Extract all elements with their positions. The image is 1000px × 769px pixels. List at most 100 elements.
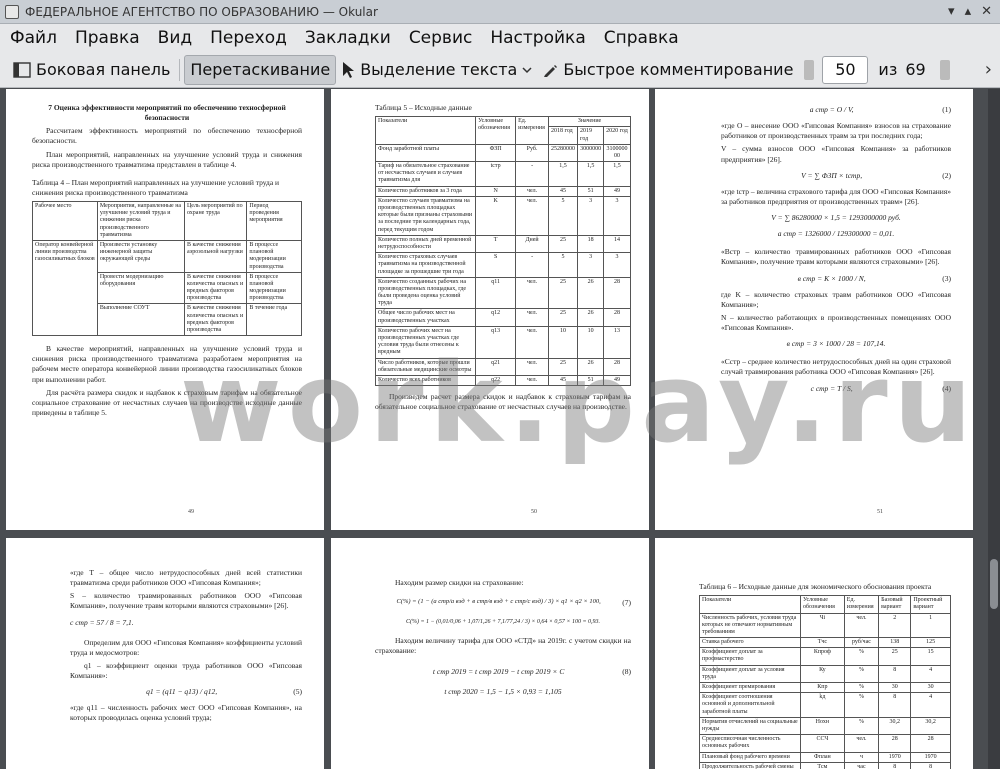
table-cell: Количество страховых случаев травматизма… bbox=[374, 252, 477, 278]
table-cell: 10 bbox=[548, 325, 579, 359]
table-row: Продолжительность рабочей смены Тсм час 8 8 bbox=[699, 761, 951, 769]
table-cell: 26 bbox=[577, 276, 605, 310]
table-header-cell: Цель мероприятий по охране труда bbox=[183, 201, 248, 241]
table-cell: 28 bbox=[603, 357, 631, 376]
browse-tool-button[interactable]: Перетаскивание bbox=[184, 54, 337, 85]
cursor-arrow-icon bbox=[343, 61, 355, 78]
paragraph: Рассчитаем эффективность мероприятий по … bbox=[32, 126, 302, 146]
paragraph: где K – количество страховых травм работ… bbox=[721, 289, 951, 309]
window-title: ФЕДЕРАЛЬНОЕ АГЕНТСТВО ПО ОБРАЗОВАНИЮ — O… bbox=[25, 4, 378, 19]
page-prev-stepper[interactable] bbox=[804, 59, 815, 80]
maximize-icon[interactable]: ▴ bbox=[965, 4, 972, 19]
paragraph: N – количество работающих в производстве… bbox=[721, 312, 951, 332]
table-header-cell: Ед. измерения bbox=[843, 595, 880, 614]
paragraph: V – сумма взносов ООО «Гипсовая Компания… bbox=[721, 144, 951, 164]
table-cell: Количество полных дней временной нетрудо… bbox=[374, 234, 477, 254]
table-cell: Количество всех работников bbox=[374, 374, 477, 387]
table-header-cell: Период проведения мероприятия bbox=[246, 201, 302, 241]
measures-table: Рабочее место Мероприятия, направленные … bbox=[32, 201, 302, 337]
page-number-input[interactable]: 50 bbox=[822, 55, 869, 84]
menu-tools[interactable]: Сервис bbox=[409, 28, 473, 48]
table-cell: Общее число рабочих мест на производстве… bbox=[374, 308, 477, 327]
document-viewer[interactable]: 7 Оценка эффективности мероприятий по об… bbox=[0, 89, 1000, 769]
table-header-cell: 2020 год bbox=[603, 126, 631, 145]
sidebar-toggle-button[interactable]: Боковая панель bbox=[8, 55, 175, 85]
paragraph: S – количество травмированных работников… bbox=[70, 591, 302, 611]
table-cell: % bbox=[843, 681, 880, 694]
table-header-cell: Значение bbox=[548, 116, 631, 128]
table-cell: 14 bbox=[603, 234, 631, 254]
table-caption: Таблица 4 – План мероприятий направленны… bbox=[32, 177, 280, 197]
menu-go[interactable]: Переход bbox=[210, 28, 287, 48]
table-header-cell: Ед. измерения bbox=[515, 116, 550, 145]
paragraph: В качестве мероприятий, направленных на … bbox=[32, 344, 302, 384]
scrollbar-thumb[interactable] bbox=[990, 559, 998, 609]
table-cell: Руб. bbox=[515, 143, 550, 163]
menu-file[interactable]: Файл bbox=[10, 28, 57, 48]
pen-icon bbox=[544, 64, 558, 77]
table-cell: K bbox=[475, 195, 517, 236]
table-cell: Плановый фонд рабочего времени bbox=[699, 751, 801, 763]
quick-annotation-button[interactable]: Быстрое комментирование bbox=[537, 55, 798, 85]
table-cell: руб/час bbox=[843, 637, 880, 649]
table-cell: чел. bbox=[515, 374, 550, 387]
table-cell: S bbox=[475, 252, 517, 278]
section-heading: 7 Оценка эффективности мероприятий по об… bbox=[48, 103, 286, 123]
formula: V = ∑ 86280000 × 1,5 = 1293000000 руб. bbox=[771, 213, 901, 222]
vertical-scrollbar[interactable] bbox=[988, 89, 1000, 769]
table-row: Коэффициент соотношения основной и допол… bbox=[699, 692, 951, 718]
menu-help[interactable]: Справка bbox=[604, 28, 679, 48]
table-header-cell: Рабочее место bbox=[32, 201, 98, 241]
page-number: 50 bbox=[531, 508, 537, 515]
document-page-54: Таблица 6 – Исходные данные для экономич… bbox=[655, 538, 973, 769]
table-row: Тариф на обязательное страхование от нес… bbox=[374, 161, 631, 187]
menu-settings[interactable]: Настройка bbox=[490, 28, 585, 48]
text-select-tool-button[interactable]: Выделение текста bbox=[336, 55, 537, 85]
table-cell: - bbox=[515, 252, 550, 278]
formula-row: V = ∑ ФЗП × tстр, (2) bbox=[801, 170, 951, 180]
document-page-51: a стр = O / V, (1) «где O – внесение ООО … bbox=[655, 89, 973, 530]
toolbar-overflow-chevron-icon[interactable]: › bbox=[985, 59, 992, 80]
table-cell: 28 bbox=[910, 734, 951, 753]
table-cell: Количество случаев травматизма на произв… bbox=[374, 195, 477, 236]
table-cell: Фплан bbox=[799, 751, 845, 763]
table-cell: 1,5 bbox=[603, 161, 631, 187]
table-cell: Тчс bbox=[799, 637, 845, 649]
table-cell: 2 bbox=[878, 612, 912, 639]
main-toolbar: Боковая панель Перетаскивание Выделение … bbox=[0, 52, 1000, 88]
table-row: Количество рабочих мест на производствен… bbox=[374, 325, 631, 359]
table-cell: 5 bbox=[548, 252, 579, 278]
table-cell: 26 bbox=[577, 308, 605, 327]
table-row: Коэффициент премирования Кпр% 30 30 bbox=[699, 681, 951, 694]
browse-tool-label: Перетаскивание bbox=[190, 60, 331, 79]
chevron-down-icon[interactable] bbox=[522, 65, 532, 75]
table-cell: Ставка рабочего bbox=[699, 637, 801, 649]
table-cell: Тариф на обязательное страхование от нес… bbox=[374, 161, 477, 187]
page-next-stepper[interactable] bbox=[939, 59, 950, 80]
table-cell: чел. bbox=[515, 195, 550, 236]
source-data-table: Показатели Условные обозначения Ед. изме… bbox=[374, 116, 631, 387]
formula: a стр = 1326000 / 129300000 = 0,01. bbox=[777, 229, 895, 239]
table-cell: Дней bbox=[515, 234, 550, 254]
table-cell: q22 bbox=[475, 374, 517, 387]
close-icon[interactable]: ✕ bbox=[981, 4, 992, 19]
table-cell: 15 bbox=[910, 647, 951, 666]
table-cell: 3100000 00 bbox=[603, 143, 631, 163]
menu-edit[interactable]: Правка bbox=[75, 28, 140, 48]
table-cell: Коэффициент премирования bbox=[699, 681, 801, 694]
table-cell: 8 bbox=[878, 761, 912, 769]
formula: C(%) = 1 − (0,01/0,06 + 1,07/1,26 + 7,1/… bbox=[405, 619, 601, 626]
paragraph: Для расчёта размера скидок и надбавок к … bbox=[32, 387, 302, 417]
minimize-icon[interactable]: ▾ bbox=[948, 4, 955, 19]
paragraph: План мероприятий, направленных на улучше… bbox=[32, 149, 302, 169]
menu-view[interactable]: Вид bbox=[158, 28, 192, 48]
table-cell: Количество рабочих мест на производствен… bbox=[374, 325, 477, 359]
table-caption: Таблица 5 – Исходные данные bbox=[375, 103, 472, 112]
table-cell: q21 bbox=[475, 357, 517, 376]
table-cell: 1 bbox=[910, 612, 951, 639]
table-header-cell: 2018 год bbox=[548, 126, 579, 145]
table-cell: 30,2 bbox=[910, 716, 951, 736]
table-cell: Число работников, которые прошли обязате… bbox=[374, 357, 477, 376]
table-cell: чел. bbox=[843, 734, 880, 753]
menu-bookmarks[interactable]: Закладки bbox=[305, 28, 391, 48]
